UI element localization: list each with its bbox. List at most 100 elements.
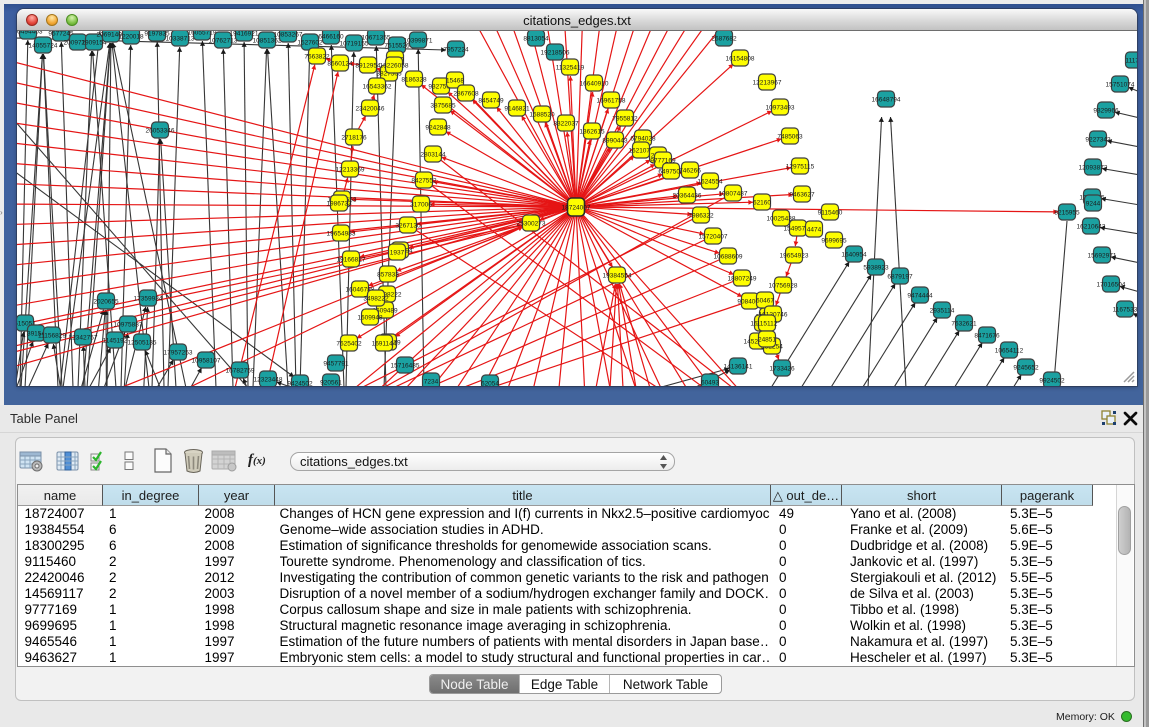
svg-text:19218506: 19218506 <box>541 49 570 56</box>
svg-text:1220018: 1220018 <box>118 33 144 40</box>
svg-text:7632621: 7632621 <box>951 320 977 327</box>
svg-text:10399871: 10399871 <box>404 37 433 44</box>
svg-text:4474: 4474 <box>807 226 822 233</box>
svg-text:8215955: 8215955 <box>1054 209 1080 216</box>
svg-text:20364436: 20364436 <box>673 192 702 199</box>
svg-text:25300273: 25300273 <box>517 220 546 227</box>
svg-text:9463627: 9463627 <box>789 191 815 198</box>
svg-text:7957224: 7957224 <box>443 46 469 53</box>
svg-text:16154808: 16154808 <box>726 55 755 62</box>
svg-text:16640910: 16640910 <box>580 80 609 87</box>
svg-text:20494403: 20494403 <box>17 31 43 35</box>
svg-text:12505135: 12505135 <box>128 339 157 346</box>
svg-text:8186328: 8186328 <box>401 76 427 83</box>
svg-text:2020655: 2020655 <box>93 298 119 305</box>
svg-text:1937: 1937 <box>390 249 405 256</box>
svg-text:12093872: 12093872 <box>1079 164 1108 171</box>
svg-text:1362615: 1362615 <box>579 128 605 135</box>
svg-text:10853267: 10853267 <box>274 31 303 38</box>
svg-text:10671355: 10671355 <box>362 34 391 41</box>
svg-text:8990443: 8990443 <box>602 137 628 144</box>
svg-text:10756928: 10756928 <box>769 282 798 289</box>
svg-text:9699695: 9699695 <box>821 237 847 244</box>
svg-text:24851: 24851 <box>758 336 776 343</box>
svg-text:18724007: 18724007 <box>562 205 591 212</box>
svg-text:10975887: 10975887 <box>114 321 143 328</box>
svg-text:8813054: 8813054 <box>523 35 549 42</box>
svg-text:6879197: 6879197 <box>887 273 913 280</box>
svg-text:9924502: 9924502 <box>1039 377 1065 384</box>
svg-text:2718176: 2718176 <box>341 134 367 141</box>
svg-text:7485063: 7485063 <box>777 133 803 140</box>
svg-text:1588520: 1588520 <box>529 111 555 118</box>
svg-text:10762713: 10762713 <box>209 37 238 44</box>
svg-text:2935114: 2935114 <box>930 307 955 314</box>
svg-text:17016504: 17016504 <box>1097 281 1126 288</box>
svg-text:1733426: 1733426 <box>769 365 795 372</box>
svg-text:12342757: 12342757 <box>69 334 98 341</box>
svg-text:7625402: 7625402 <box>336 340 362 347</box>
svg-text:19166827: 19166827 <box>337 256 366 263</box>
svg-text:7986322: 7986322 <box>688 212 714 219</box>
svg-text:60493: 60493 <box>701 379 719 386</box>
svg-text:12213369: 12213369 <box>336 166 365 173</box>
svg-text:1986733: 1986733 <box>326 200 352 207</box>
svg-text:19384554: 19384554 <box>603 272 632 279</box>
svg-text:3498222: 3498222 <box>363 295 389 302</box>
svg-text:1527602: 1527602 <box>297 39 323 46</box>
svg-text:14136141: 14136141 <box>724 363 753 370</box>
svg-text:62160: 62160 <box>753 199 771 206</box>
svg-text:9474444: 9474444 <box>907 292 933 299</box>
svg-text:11325419: 11325419 <box>556 64 585 71</box>
svg-text:10973493: 10973493 <box>766 104 795 111</box>
svg-text:10958107: 10958107 <box>192 357 221 364</box>
svg-text:10654112: 10654112 <box>995 347 1024 354</box>
svg-text:920561: 920561 <box>320 379 342 386</box>
svg-text:15692971: 15692971 <box>1088 252 1117 259</box>
svg-text:19654923: 19654923 <box>780 252 809 259</box>
svg-text:9245652: 9245652 <box>1013 364 1039 371</box>
svg-text:8454749: 8454749 <box>478 97 504 104</box>
svg-text:9329966: 9329966 <box>1093 107 1119 114</box>
svg-text:857833: 857833 <box>377 271 399 278</box>
svg-text:12975115: 12975115 <box>786 163 815 170</box>
svg-text:16210643: 16210643 <box>1077 223 1106 230</box>
svg-text:2867608: 2867608 <box>453 90 479 97</box>
svg-text:317006: 317006 <box>410 201 432 208</box>
svg-text:746266: 746266 <box>679 167 701 174</box>
svg-text:16648794: 16648794 <box>872 96 901 103</box>
svg-text:7234: 7234 <box>424 378 439 385</box>
svg-text:1624554: 1624554 <box>697 178 723 185</box>
svg-text:1167533: 1167533 <box>1113 306 1137 313</box>
svg-text:10688609: 10688609 <box>714 253 743 260</box>
svg-text:16055719: 16055719 <box>188 31 217 36</box>
svg-text:12323448: 12323448 <box>254 376 283 383</box>
svg-text:18807249: 18807249 <box>728 275 757 282</box>
svg-text:11156829: 11156829 <box>38 332 66 339</box>
svg-text:9227343: 9227343 <box>1085 136 1111 143</box>
svg-text:15468: 15468 <box>446 77 464 84</box>
svg-text:9424502: 9424502 <box>287 380 313 386</box>
svg-text:6794028: 6794028 <box>630 135 656 142</box>
svg-text:10851362: 10851362 <box>253 37 282 44</box>
svg-text:15716485: 15716485 <box>391 362 420 369</box>
svg-text:8427552: 8427552 <box>411 177 437 184</box>
svg-text:2803144: 2803144 <box>420 151 446 158</box>
svg-text:23420046: 23420046 <box>356 105 385 112</box>
svg-text:19654983: 19654983 <box>327 230 356 237</box>
svg-text:62054: 62054 <box>481 380 499 386</box>
svg-text:11177: 11177 <box>1125 57 1137 64</box>
svg-text:60467: 60467 <box>756 297 774 304</box>
svg-text:8471676: 8471676 <box>974 332 1000 339</box>
svg-text:15751074: 15751074 <box>1106 81 1135 88</box>
svg-text:1609948: 1609948 <box>357 314 383 321</box>
svg-text:9146821: 9146821 <box>504 105 530 112</box>
svg-text:26053346: 26053346 <box>146 127 175 134</box>
svg-text:12213967: 12213967 <box>753 79 782 86</box>
svg-text:13226058: 13226058 <box>380 62 409 69</box>
svg-text:10719155: 10719155 <box>340 40 369 47</box>
svg-text:9115460: 9115460 <box>818 209 843 216</box>
svg-text:1691144: 1691144 <box>372 340 397 347</box>
svg-text:9242848: 9242848 <box>425 124 451 131</box>
svg-text:17359934: 17359934 <box>134 295 163 302</box>
